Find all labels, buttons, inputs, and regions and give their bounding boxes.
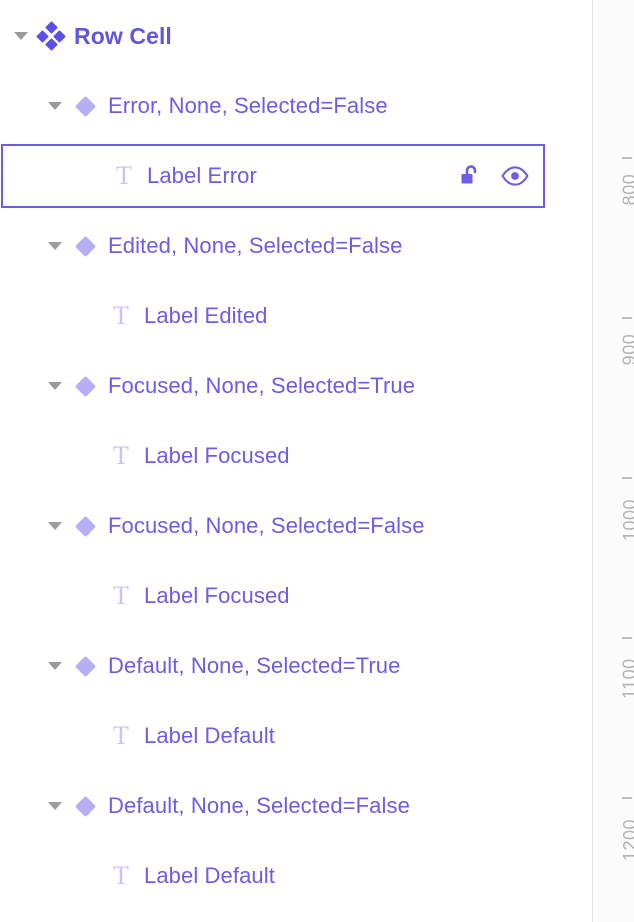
text-layer-icon: T [104,565,138,627]
caret-spacer [78,285,104,347]
layer-name: Label Error [147,163,257,188]
layer-name: Label Default [144,723,275,748]
layer-name: Focused, None, Selected=False [108,513,425,538]
text-layer-icon: T [104,285,138,347]
layer-row-variant[interactable]: Default, None, Selected=False [0,775,590,837]
component-variant-diamond-icon [68,215,102,277]
text-layer-icon: T [104,705,138,767]
layer-name: Default, None, Selected=False [108,793,410,818]
caret-spacer [78,565,104,627]
chevron-down-triangle [14,32,28,40]
component-variant-diamond-icon [68,75,102,137]
text-layer-T: T [113,581,129,610]
component-set-icon [34,5,68,67]
layer-row-actions [457,162,543,190]
chevron-down-triangle [48,242,62,250]
caret-spacer [78,705,104,767]
layer-name: Default, None, Selected=True [108,653,401,678]
ruler-tick [622,157,632,159]
chevron-down-icon[interactable] [42,495,68,557]
layer-name: Label Focused [144,443,290,468]
layer-row-variant[interactable]: Edited, None, Selected=False [0,215,590,277]
component-variant-diamond-icon [68,355,102,417]
text-layer-T: T [116,161,132,190]
chevron-down-triangle [48,522,62,530]
variant-diamond [74,375,96,397]
layer-name: Error, None, Selected=False [108,93,388,118]
layer-name: Label Edited [144,303,268,328]
layer-row-variant[interactable]: Error, None, Selected=False [0,75,590,137]
component-variant-diamond-icon [68,635,102,697]
text-layer-T: T [113,861,129,890]
layer-row-variant[interactable]: Default, None, Selected=True [0,635,590,697]
layer-row-text-layer[interactable]: T Label Edited [0,285,590,347]
text-layer-icon: T [107,145,141,207]
ruler-label: 1100 [620,658,634,700]
caret-spacer [78,845,104,907]
component-variant-diamond-icon [68,775,102,837]
layer-row-component-set[interactable]: Row Cell [0,5,590,67]
layer-row-text-layer[interactable]: T Label Focused [0,425,590,487]
variant-diamond [74,515,96,537]
chevron-down-triangle [48,382,62,390]
variant-diamond [74,795,96,817]
ruler-tick [622,637,632,639]
ruler-tick [622,477,632,479]
variant-diamond [74,655,96,677]
layer-name: Label Default [144,863,275,888]
chevron-down-icon[interactable] [42,355,68,417]
vertical-ruler: 800 900 1000 1100 1200 [592,0,634,922]
layer-row-variant[interactable]: Focused, None, Selected=False [0,495,590,557]
unlock-icon[interactable] [457,162,485,190]
variant-diamond [74,235,96,257]
ruler-label: 900 [620,333,634,366]
component-variant-diamond-icon [68,495,102,557]
layer-row-variant[interactable]: Focused, None, Selected=True [0,355,590,417]
text-layer-T: T [113,301,129,330]
caret-spacer [78,425,104,487]
ruler-tick [622,317,632,319]
text-layer-T: T [113,441,129,470]
layer-row-text-layer[interactable]: T Label Default [0,845,590,907]
text-layer-icon: T [104,845,138,907]
layer-row-selected[interactable]: T Label Error [1,144,545,208]
layer-row-text-layer[interactable]: T Label Default [0,705,590,767]
caret-spacer [81,145,107,207]
chevron-down-triangle [48,102,62,110]
ruler-tick [622,797,632,799]
layer-name: Label Focused [144,583,290,608]
ruler-label: 1000 [620,499,634,542]
chevron-down-icon[interactable] [42,215,68,277]
ruler-label: 1200 [620,819,634,862]
eye-visible-icon[interactable] [501,162,529,190]
variant-diamond [74,95,96,117]
chevron-down-icon[interactable] [8,5,34,67]
layer-tree: Row Cell Error, None, Selected=False T Labe… [0,0,590,922]
text-layer-icon: T [104,425,138,487]
vertical-scrollbar-track[interactable] [568,0,584,922]
chevron-down-triangle [48,802,62,810]
layer-name: Edited, None, Selected=False [108,233,403,258]
layer-row-text-layer[interactable]: T Label Focused [0,565,590,627]
chevron-down-icon[interactable] [42,775,68,837]
layers-panel: Row Cell Error, None, Selected=False T Labe… [0,0,634,922]
ruler-label: 800 [620,173,634,206]
chevron-down-triangle [48,662,62,670]
layer-name: Focused, None, Selected=True [108,373,416,398]
chevron-down-icon[interactable] [42,635,68,697]
text-layer-T: T [113,721,129,750]
chevron-down-icon[interactable] [42,75,68,137]
component-set-diamonds [36,21,66,51]
layer-name: Row Cell [74,22,172,49]
